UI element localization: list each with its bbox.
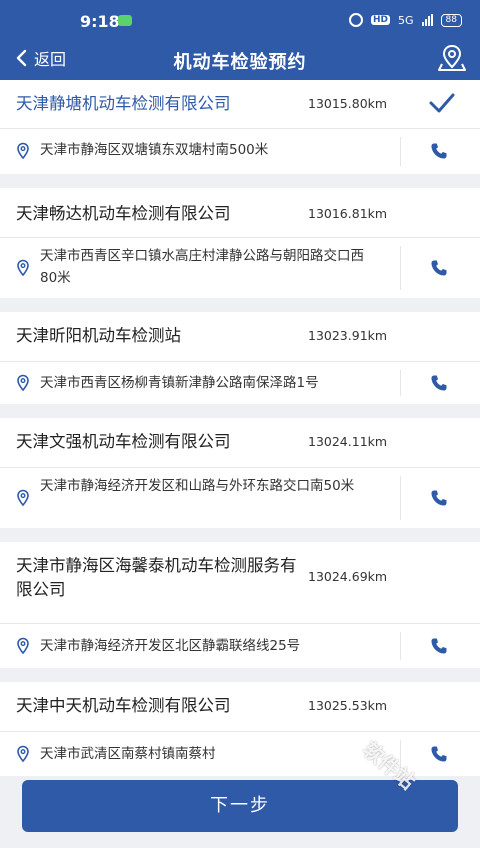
phone-icon[interactable] [430, 489, 448, 507]
phone-icon[interactable] [430, 745, 448, 763]
location-pin-icon [17, 259, 29, 277]
station-distance: 13024.11km [308, 434, 388, 449]
station-card[interactable]: 天津静塘机动车检测有限公司 13015.80km 天津市静海区双塘镇东双塘村南500… [0, 80, 480, 174]
location-pin-icon [17, 745, 29, 763]
station-address-row: 天津市西青区杨柳青镇新津静公路南保泽路1号 [0, 362, 480, 404]
phone-icon[interactable] [430, 259, 448, 277]
station-address: 天津市静海经济开发区和山路与外环东路交口南50米 [40, 478, 355, 494]
station-address: 天津市静海区双塘镇东双塘村南500米 [40, 142, 269, 158]
station-address-row: 天津市西青区辛口镇水高庄村津静公路与朝阳路交口西80米 [0, 238, 480, 298]
station-name: 天津昕阳机动车检测站 [16, 326, 181, 345]
location-pin-icon [17, 142, 29, 160]
signal-icon [421, 14, 433, 26]
checkmark-icon [429, 93, 455, 113]
alarm-icon [349, 13, 363, 27]
station-name: 天津静塘机动车检测有限公司 [16, 94, 231, 113]
wechat-icon [118, 15, 132, 26]
phone-icon[interactable] [430, 142, 448, 160]
divider [400, 137, 401, 166]
station-card[interactable]: 天津昕阳机动车检测站 13023.91km 天津市西青区杨柳青镇新津静公路南保泽路1… [0, 312, 480, 404]
divider [400, 476, 401, 520]
station-name: 天津畅达机动车检测有限公司 [16, 204, 231, 223]
station-distance: 13023.91km [308, 328, 388, 343]
status-icons: HD 5G 88 [349, 13, 462, 27]
divider [400, 370, 401, 396]
hd-icon: HD [371, 15, 391, 25]
phone-icon[interactable] [430, 637, 448, 655]
location-pin-icon [17, 637, 29, 655]
map-location-icon[interactable] [436, 42, 468, 74]
status-bar: 9:18 HD 5G 88 [0, 0, 480, 40]
station-address: 天津市西青区杨柳青镇新津静公路南保泽路1号 [40, 375, 319, 391]
next-step-button[interactable]: 下一步 [22, 780, 458, 832]
station-header: 天津静塘机动车检测有限公司 13015.80km [0, 80, 480, 129]
location-pin-icon [17, 489, 29, 507]
station-card[interactable]: 天津文强机动车检测有限公司 13024.11km 天津市静海经济开发区和山路与外环东… [0, 418, 480, 528]
station-address: 天津市静海经济开发区北区静霸联络线25号 [40, 638, 301, 654]
station-name: 天津市静海区海馨泰机动车检测服务有限公司 [16, 556, 297, 599]
page-title: 机动车检验预约 [173, 52, 307, 73]
station-header: 天津市静海区海馨泰机动车检测服务有限公司 13024.69km [0, 542, 480, 624]
station-address-row: 天津市静海区双塘镇东双塘村南500米 [0, 129, 480, 174]
top-bar: 9:18 HD 5G 88 返回 机动车检验预约 [0, 0, 480, 80]
station-address: 天津市西青区辛口镇水高庄村津静公路与朝阳路交口西80米 [40, 248, 364, 286]
station-header: 天津昕阳机动车检测站 13023.91km [0, 312, 480, 362]
station-distance: 13025.53km [308, 698, 388, 713]
station-distance: 13015.80km [308, 96, 388, 111]
station-distance: 13024.69km [308, 569, 388, 584]
station-header: 天津文强机动车检测有限公司 13024.11km [0, 418, 480, 468]
station-name: 天津文强机动车检测有限公司 [16, 432, 231, 451]
divider [400, 246, 401, 290]
station-header: 天津畅达机动车检测有限公司 13016.81km [0, 188, 480, 238]
station-address: 天津市武清区南蔡村镇南蔡村 [40, 746, 216, 762]
battery-icon: 88 [440, 13, 462, 27]
station-header: 天津中天机动车检测有限公司 13025.53km [0, 682, 480, 732]
nav-bar: 返回 机动车检验预约 [0, 40, 480, 80]
station-card[interactable]: 天津市静海区海馨泰机动车检测服务有限公司 13024.69km 天津市静海经济开发区… [0, 542, 480, 668]
station-name: 天津中天机动车检测有限公司 [16, 696, 231, 715]
station-list: 天津静塘机动车检测有限公司 13015.80km 天津市静海区双塘镇东双塘村南500… [0, 80, 480, 790]
network-label: 5G [398, 13, 414, 27]
phone-icon[interactable] [430, 374, 448, 392]
station-distance: 13016.81km [308, 206, 388, 221]
station-address-row: 天津市静海经济开发区北区静霸联络线25号 [0, 624, 480, 668]
status-time: 9:18 [80, 12, 120, 31]
location-pin-icon [17, 374, 29, 392]
divider [400, 632, 401, 660]
station-address-row: 天津市静海经济开发区和山路与外环东路交口南50米 [0, 468, 480, 528]
station-card[interactable]: 天津畅达机动车检测有限公司 13016.81km 天津市西青区辛口镇水高庄村津静公路… [0, 188, 480, 298]
